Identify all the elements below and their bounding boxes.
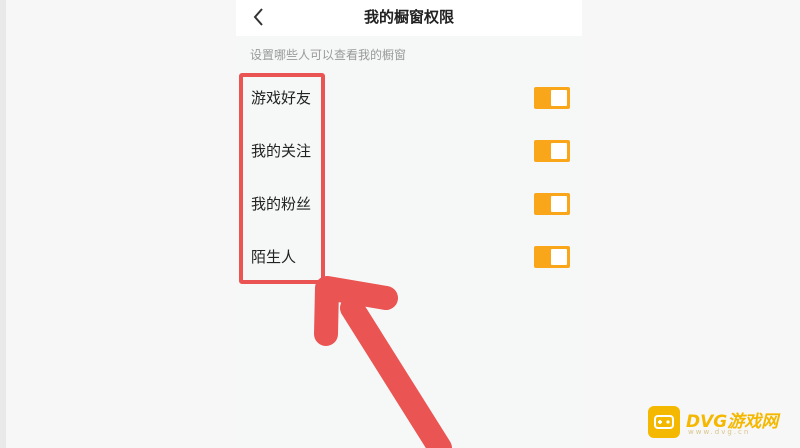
following-toggle[interactable] [534,140,570,162]
gamepad-icon [648,406,680,438]
strangers-toggle[interactable] [534,246,570,268]
right-margin [582,0,800,448]
nav-bar: 我的橱窗权限 [236,0,582,36]
fans-toggle[interactable] [534,193,570,215]
toggle-knob [551,90,567,106]
page-title: 我的橱窗权限 [363,8,454,26]
watermark-url: www.dvg.cn [688,428,751,436]
left-margin [0,0,236,448]
toggle-knob [551,196,567,212]
watermark: DVG游戏网 www.dvg.cn [648,404,798,440]
section-hint: 设置哪些人可以查看我的橱窗 [250,48,407,62]
toggle-knob [551,143,567,159]
left-edge [0,0,6,448]
highlight-box [239,73,325,284]
toggle-knob [551,249,567,265]
game-friends-toggle[interactable] [534,87,570,109]
